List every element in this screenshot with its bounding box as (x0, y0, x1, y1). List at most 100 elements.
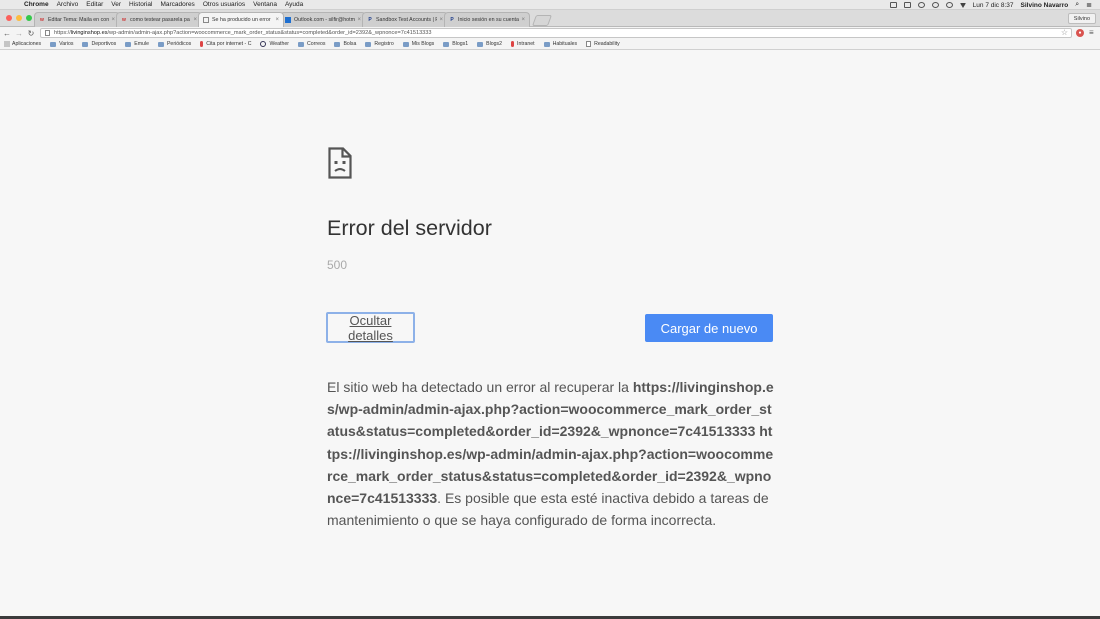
error-title: Error del servidor (327, 216, 492, 240)
browser-toolbar: ← → ↻ https://livinginshop.es/wp-admin/a… (0, 27, 1100, 39)
browser-tab[interactable]: P Sandbox Test Accounts | F × (362, 12, 448, 27)
folder-icon (125, 41, 132, 47)
folder-icon (402, 41, 409, 47)
tab-favicon-icon: P (450, 17, 454, 23)
bookmark-item[interactable]: Emule (125, 41, 149, 47)
sync-icon[interactable] (917, 2, 925, 8)
apps-icon (4, 41, 10, 47)
bookmark-label: Weather (269, 41, 289, 47)
tab-close-icon[interactable]: × (193, 17, 197, 23)
bookmarks-bar: Aplicaciones Varios Deportivos Emule Periódi… (0, 39, 1100, 50)
extension-icon[interactable]: ● (1076, 29, 1084, 37)
folder-icon (477, 41, 484, 47)
tab-close-icon[interactable]: × (111, 17, 115, 23)
new-tab-button[interactable] (531, 15, 553, 26)
tab-title: como testear pasarela pa (130, 17, 190, 23)
bookmark-label: Cita por internet - C (206, 41, 252, 47)
tab-close-icon[interactable]: × (439, 17, 443, 23)
tab-title: Inicio sesión en su cuenta (458, 17, 519, 23)
browser-tab[interactable]: Outlook.com - silfir@hotm × (280, 12, 366, 27)
status-area: Lun 7 dic 8:37 Silvino Navarro ⌕ ≣ (889, 0, 1092, 10)
hide-details-button[interactable]: Ocultar detalles (326, 312, 415, 343)
minimize-window-button[interactable] (16, 15, 22, 21)
bookmark-label: Varios (59, 41, 74, 47)
bookmark-item[interactable]: Cita por internet - C (200, 41, 251, 47)
browser-tab[interactable]: w como testear pasarela pa × (116, 12, 202, 27)
tab-favicon-icon (203, 17, 209, 23)
bookmark-item[interactable]: Blogs1 (443, 41, 468, 47)
bookmark-label: Blogs2 (486, 41, 502, 47)
folder-icon (157, 41, 164, 47)
menu-6[interactable]: Otros usuarios (203, 1, 245, 8)
folder-icon (297, 41, 304, 47)
error-code: 500 (327, 258, 348, 272)
close-window-button[interactable] (6, 15, 12, 21)
browser-tab[interactable]: P Inicio sesión en su cuenta × (444, 12, 530, 27)
bookmark-label: Emule (134, 41, 149, 47)
bookmark-item[interactable]: Habituales (543, 41, 577, 47)
reload-icon[interactable]: ↻ (26, 29, 36, 38)
tab-title: Se ha producido un error (212, 17, 271, 23)
bookmark-item[interactable]: Mis Blogs (402, 41, 434, 47)
time-machine-icon[interactable] (931, 2, 939, 8)
doc-icon (586, 41, 592, 47)
bookmark-label: Correos (306, 41, 326, 47)
menu-5[interactable]: Marcadores (160, 1, 194, 8)
error-details: El sitio web ha detectado un error al re… (327, 376, 775, 531)
tab-favicon-icon: w (122, 17, 126, 23)
bookmark-item[interactable]: Correos (297, 41, 326, 47)
menu-8[interactable]: Ayuda (285, 1, 303, 8)
tab-close-icon[interactable]: × (357, 17, 361, 23)
bookmark-item[interactable]: Intranet (511, 41, 535, 47)
bookmark-label: Aplicaciones (12, 41, 42, 47)
details-intro: El sitio web ha detectado un error al re… (327, 379, 633, 395)
bookmark-label: Intranet (517, 41, 535, 47)
folder-icon (334, 41, 341, 47)
profile-button[interactable]: Silvino (1067, 13, 1096, 24)
menu-0[interactable]: Chrome (24, 1, 49, 8)
bookmark-item[interactable]: Registro (365, 41, 394, 47)
bookmark-item[interactable]: Deportivos (82, 41, 116, 47)
tab-favicon-icon (285, 17, 291, 23)
bookmark-item[interactable]: Aplicaciones (4, 41, 41, 47)
menu-2[interactable]: Editar (86, 1, 103, 8)
reload-button[interactable]: Cargar de nuevo (645, 314, 773, 342)
apple-icon[interactable] (8, 1, 16, 9)
lock-icon[interactable] (903, 2, 911, 8)
back-icon[interactable]: ← (2, 29, 12, 38)
menu-3[interactable]: Ver (111, 1, 121, 8)
bookmark-star-icon[interactable]: ☆ (1061, 28, 1068, 37)
tab-close-icon[interactable]: × (275, 17, 279, 23)
bookmark-item[interactable]: Periódicos (157, 41, 191, 47)
mac-menu-bar: Chrome Archivo Editar Ver Historial Marcadore… (0, 0, 1100, 10)
url-host: livinginshop.es (70, 30, 108, 36)
volume-icon[interactable] (959, 2, 966, 8)
bookmark-item[interactable]: Weather (260, 41, 289, 47)
wifi-icon[interactable] (945, 2, 953, 8)
bookmark-item[interactable]: Readability (586, 41, 620, 47)
notifications-icon[interactable]: ≣ (1086, 1, 1092, 9)
menu-4[interactable]: Historial (129, 1, 152, 8)
address-bar[interactable]: https://livinginshop.es/wp-admin/admin-a… (40, 28, 1072, 38)
dropbox-icon[interactable] (889, 2, 897, 8)
chrome-menu-icon[interactable]: ≡ (1089, 28, 1094, 37)
tab-favicon-icon: P (368, 17, 372, 23)
browser-tab[interactable]: w Editar Tema: Maila en con × (34, 12, 120, 27)
zoom-window-button[interactable] (26, 15, 32, 21)
tab-title: Editar Tema: Maila en con (48, 17, 110, 23)
details-url: https://livinginshop.es/wp-admin/admin-a… (327, 379, 774, 507)
tab-title: Sandbox Test Accounts | F (376, 17, 438, 23)
tab-close-icon[interactable]: × (521, 17, 525, 23)
bookmark-item[interactable]: Bolsa (334, 41, 356, 47)
clock[interactable]: Lun 7 dic 8:37 (973, 2, 1014, 9)
bookmark-item[interactable]: Blogs2 (477, 41, 502, 47)
browser-tab[interactable]: Se ha producido un error × (198, 12, 284, 27)
menu-1[interactable]: Archivo (57, 1, 79, 8)
user-name[interactable]: Silvino Navarro (1021, 2, 1069, 9)
spotlight-icon[interactable]: ⌕ (1075, 1, 1079, 9)
forward-icon[interactable]: → (14, 29, 24, 38)
bookmark-item[interactable]: Varios (50, 41, 73, 47)
bookmark-label: Deportivos (91, 41, 117, 47)
menu-7[interactable]: Ventana (253, 1, 277, 8)
app-menus: Chrome Archivo Editar Ver Historial Marcadore… (24, 1, 303, 8)
